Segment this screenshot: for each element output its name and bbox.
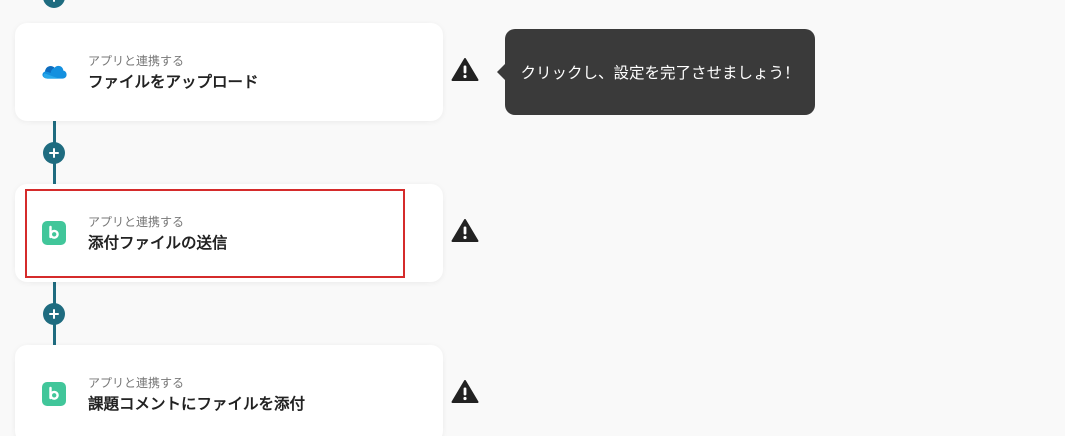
add-step-button[interactable]	[43, 0, 65, 8]
add-step-button[interactable]	[43, 303, 65, 325]
setup-tooltip: クリックし、設定を完了させましょう！	[505, 29, 815, 115]
add-step-button[interactable]	[43, 142, 65, 164]
step-card-attach-file-comment[interactable]: アプリと連携する 課題コメントにファイルを添付	[15, 345, 443, 436]
plus-icon	[49, 148, 59, 158]
plus-icon	[53, 0, 55, 2]
warning-triangle-icon	[451, 219, 479, 242]
tooltip-text: クリックし、設定を完了させましょう！	[520, 64, 800, 82]
step-caption: アプリと連携する	[88, 54, 185, 68]
onedrive-icon	[39, 60, 69, 84]
plus-icon	[49, 309, 59, 319]
step-title: 課題コメントにファイルを添付	[88, 395, 306, 413]
flowbot-canvas: アプリと連携する ファイルをアップロード アプリと連携する 添付ファイルの送信	[0, 0, 1065, 436]
highlight-box	[25, 189, 405, 278]
warning-triangle-icon	[451, 380, 479, 403]
step-card-upload-file[interactable]: アプリと連携する ファイルをアップロード	[15, 23, 443, 121]
step-caption: アプリと連携する	[88, 376, 185, 390]
tooltip-arrow	[497, 64, 505, 80]
warning-triangle-icon	[451, 58, 479, 81]
backlog-icon	[39, 382, 69, 406]
step-title: ファイルをアップロード	[88, 73, 259, 91]
